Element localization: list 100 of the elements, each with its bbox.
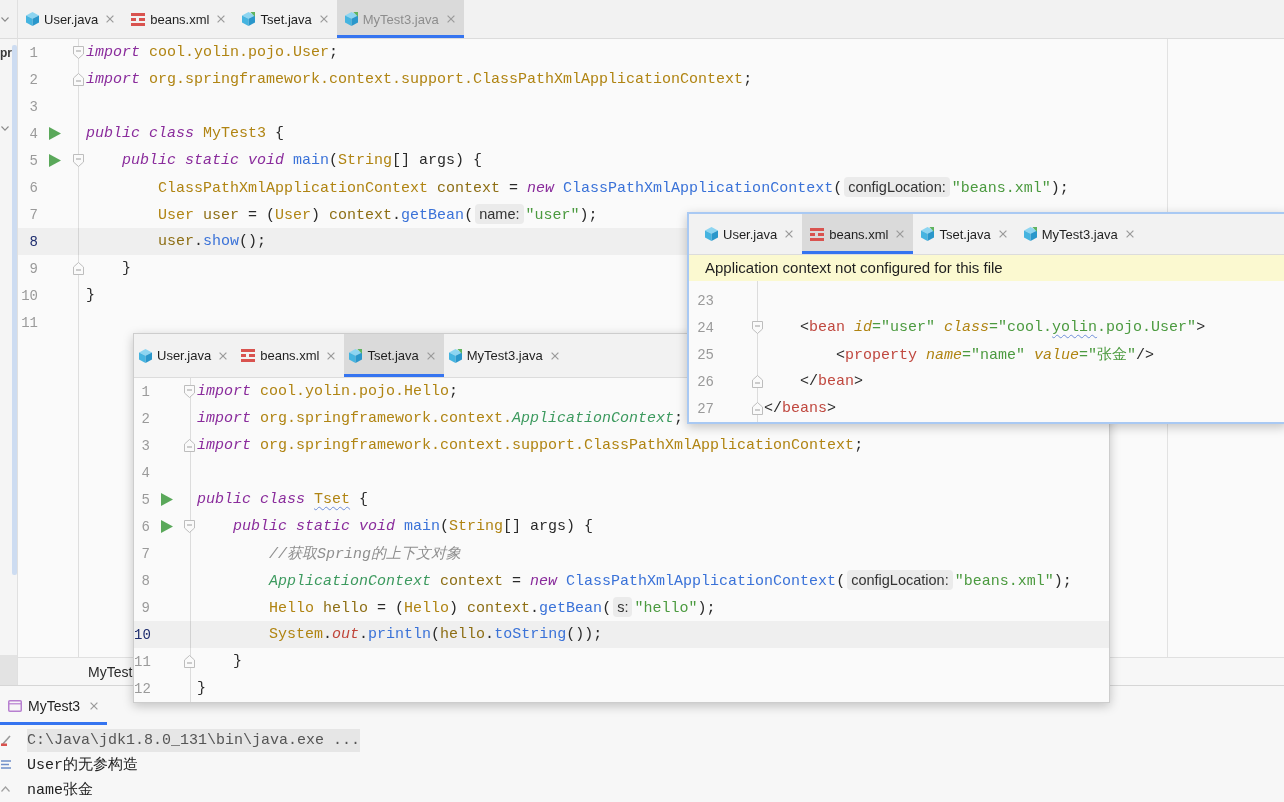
code-line: public class Tset { (197, 491, 369, 508)
line-number: 6 (28, 179, 39, 196)
code-line: } (197, 680, 206, 697)
line-number: 24 (696, 319, 715, 336)
line-number: 7 (140, 545, 151, 562)
code-line: <bean id="user" class="cool.yolin.pojo.User"> (800, 319, 1206, 336)
line-number: 5 (28, 152, 39, 169)
editor-tab[interactable]: beans.xml (802, 214, 914, 254)
close-icon[interactable] (219, 351, 228, 360)
play-icon[interactable] (49, 127, 61, 140)
fold-icon[interactable] (72, 46, 84, 59)
code-line: public class MyTest3 { (86, 125, 285, 142)
code-line: public static void main(String[] args) { (122, 152, 483, 169)
stripes-icon (131, 12, 146, 26)
line-number: 3 (140, 437, 151, 454)
code-line: //获取Spring的上下文对象 (269, 544, 461, 563)
line-number: 23 (696, 292, 715, 309)
line-number: 6 (140, 518, 151, 535)
code-line: import org.springframework.context.ApplicationContext; (197, 410, 684, 427)
warning-banner: Application context not configured for this file (689, 255, 1284, 281)
stripes-icon (241, 349, 256, 362)
line-number: 4 (140, 464, 151, 481)
line-number: 1 (28, 44, 39, 61)
close-icon[interactable] (426, 351, 435, 360)
line-number: 12 (134, 680, 152, 697)
code-line: } (86, 287, 95, 304)
close-icon[interactable] (106, 15, 115, 23)
close-icon[interactable] (217, 15, 226, 23)
window-icon (8, 699, 22, 712)
chevron-down-icon[interactable] (1, 16, 9, 22)
run-tab[interactable]: MyTest3 (0, 686, 107, 725)
lines-icon[interactable] (1, 760, 11, 770)
code-line: </bean> (800, 373, 864, 390)
code-line: <property name="name" value="张金"/> (836, 345, 1155, 364)
code-line: } (122, 260, 131, 277)
fold-icon[interactable] (751, 402, 763, 415)
fold-icon[interactable] (184, 520, 195, 533)
code-line: import cool.yolin.pojo.User; (86, 44, 339, 61)
play-icon[interactable] (161, 493, 173, 506)
code-line: System.out.println(hello.toString()); (269, 626, 603, 643)
fold-icon[interactable] (72, 154, 84, 167)
cube-icon (26, 12, 39, 26)
console-line: name张金 (27, 780, 93, 799)
fold-icon[interactable] (751, 321, 763, 334)
code-line: </beans> (764, 400, 837, 417)
cube-icon (344, 12, 358, 26)
close-icon[interactable] (327, 351, 336, 360)
cube-icon (349, 348, 363, 363)
cube-icon (242, 12, 256, 26)
line-number: 9 (140, 599, 151, 616)
cube-icon (921, 227, 935, 241)
close-icon[interactable] (998, 230, 1007, 238)
close-icon[interactable] (550, 351, 559, 360)
panel-label[interactable]: pr (0, 46, 12, 60)
play-icon[interactable] (161, 520, 173, 533)
fold-icon[interactable] (751, 375, 763, 388)
close-icon[interactable] (1125, 230, 1134, 238)
cube-icon (448, 348, 462, 363)
close-icon[interactable] (896, 230, 905, 238)
editor-tab[interactable]: User.java (18, 0, 124, 38)
line-number: 1 (140, 383, 151, 400)
cube-icon (705, 227, 718, 241)
line-number: 10 (20, 287, 39, 304)
line-number: 8 (28, 233, 39, 250)
fold-icon[interactable] (184, 439, 195, 452)
editor-tab[interactable]: Tset.java (344, 334, 444, 377)
fold-icon[interactable] (184, 385, 195, 398)
code-line: ClassPathXmlApplicationContext context = new ClassPathXmlApplicationContext( configLocation: "beans.xml"); (158, 178, 1069, 197)
close-icon[interactable] (90, 701, 99, 710)
code-line: ApplicationContext context = new ClassPathXmlApplicationContext( configLocation: "beans.xml"); (269, 571, 1072, 590)
line-number: 10 (134, 626, 152, 643)
play-icon[interactable] (49, 154, 61, 167)
line-number: 4 (28, 125, 39, 142)
close-icon[interactable] (319, 15, 328, 23)
close-icon[interactable] (446, 15, 455, 23)
fold-icon[interactable] (184, 655, 195, 668)
code-line: import org.springframework.context.support.ClassPathXmlApplicationContext; (197, 437, 864, 454)
close-icon[interactable] (785, 230, 794, 238)
editor-tab[interactable]: beans.xml (236, 334, 345, 377)
code-line: import org.springframework.context.support.ClassPathXmlApplicationContext; (86, 71, 753, 88)
editor-tab[interactable]: MyTest3.java (1015, 214, 1143, 254)
chevron-down-icon[interactable] (1, 126, 9, 131)
line-number: 9 (28, 260, 39, 277)
editor-tab[interactable]: Tset.java (913, 214, 1016, 254)
editor-tab[interactable]: beans.xml (123, 0, 235, 38)
editor-tab[interactable]: User.java (134, 334, 237, 377)
code-line: } (233, 653, 242, 670)
scrollbar[interactable] (12, 45, 17, 575)
slash-icon[interactable] (1, 734, 12, 747)
line-number: 2 (28, 71, 39, 88)
fold-icon[interactable] (72, 262, 84, 275)
editor-tab[interactable]: MyTest3.java (443, 334, 568, 377)
line-number: 7 (28, 206, 39, 223)
code-line: public static void main(String[] args) { (233, 518, 594, 535)
fold-icon[interactable] (72, 73, 84, 86)
breadcrumb[interactable]: MyTest (88, 663, 133, 680)
code-line: import cool.yolin.pojo.Hello; (197, 383, 459, 400)
editor-tab[interactable]: User.java (697, 214, 803, 254)
chevron-up-icon[interactable] (1, 786, 10, 793)
editor-tab[interactable]: Tset.java (234, 0, 337, 38)
